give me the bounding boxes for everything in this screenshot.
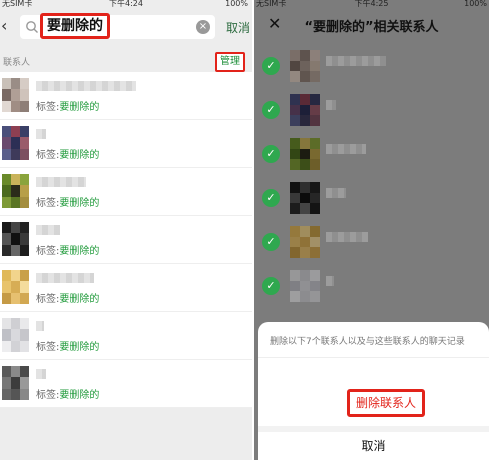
avatar: [2, 78, 29, 112]
list-item[interactable]: 标签:要删除的: [0, 312, 252, 360]
clock: 下午4:24: [109, 0, 143, 8]
header: ✕ “要删除的”相关联系人: [254, 10, 489, 40]
clock: 下午4:25: [354, 0, 389, 8]
avatar: [2, 222, 29, 256]
action-sheet: 删除以下7个联系人以及与这些联系人的聊天记录 删除联系人 取消: [258, 322, 489, 460]
avatar: [290, 138, 320, 170]
tag-prefix: 标签:: [36, 390, 60, 401]
contact-name-blurred: [36, 225, 60, 235]
tag-prefix: 标签:: [36, 342, 60, 353]
contact-name-blurred: [326, 100, 336, 110]
sheet-separator: [258, 426, 489, 432]
avatar: [2, 318, 29, 352]
tag-value: 要删除的: [59, 390, 100, 401]
list-item[interactable]: 标签:要删除的: [0, 72, 252, 120]
checkmark-icon[interactable]: ✓: [262, 277, 280, 295]
list-item[interactable]: ✓: [254, 88, 489, 132]
tag-value: 要删除的: [59, 246, 100, 257]
tag-prefix: 标签:: [36, 294, 60, 305]
search-input[interactable]: 要删除的 ×: [20, 13, 215, 39]
manage-button[interactable]: 管理: [215, 52, 245, 72]
contact-name-blurred: [36, 321, 44, 331]
list-item[interactable]: ✓: [254, 264, 489, 308]
contact-name-blurred: [326, 232, 368, 242]
page-title: “要删除的”相关联系人: [304, 20, 439, 35]
contact-tag: 标签:要删除的: [36, 146, 99, 161]
list-item[interactable]: 标签:要删除的: [0, 360, 252, 408]
tag-prefix: 标签:: [36, 102, 60, 113]
list-item[interactable]: 标签:要删除的: [0, 120, 252, 168]
list-item[interactable]: 标签:要删除的: [0, 168, 252, 216]
battery-label: 100%: [464, 0, 487, 8]
tag-prefix: 标签:: [36, 150, 60, 161]
avatar: [290, 226, 320, 258]
search-screen: 无SIM卡 下午4:24 100% ‹ 要删除的 × 取消 联系人 管理 标签:…: [0, 0, 252, 460]
checkmark-icon[interactable]: ✓: [262, 145, 280, 163]
checkmark-icon[interactable]: ✓: [262, 101, 280, 119]
delete-contacts-screen: 无SIM卡 下午4:25 100% ✕ “要删除的”相关联系人 ✓ ✓ ✓ ✓ …: [254, 0, 489, 460]
list-item[interactable]: 标签:要删除的: [0, 216, 252, 264]
contact-name-blurred: [326, 276, 334, 286]
tag-prefix: 标签:: [36, 246, 60, 257]
contact-tag: 标签:要删除的: [36, 290, 99, 305]
contact-tag: 标签:要删除的: [36, 338, 99, 353]
back-chevron-icon[interactable]: ‹: [1, 16, 17, 36]
checkmark-icon[interactable]: ✓: [262, 233, 280, 251]
list-item[interactable]: ✓: [254, 176, 489, 220]
contacts-section-header: 联系人 管理: [0, 50, 252, 72]
list-item[interactable]: 标签:要删除的: [0, 264, 252, 312]
contact-name-blurred: [36, 273, 94, 283]
tag-value: 要删除的: [59, 342, 100, 353]
search-row: ‹ 要删除的 × 取消: [0, 10, 252, 44]
checkmark-icon[interactable]: ✓: [262, 189, 280, 207]
avatar: [2, 366, 29, 400]
checkmark-icon[interactable]: ✓: [262, 57, 280, 75]
avatar: [2, 270, 29, 304]
list-item[interactable]: ✓: [254, 220, 489, 264]
contact-list: 标签:要删除的 标签:要删除的 标签:要删除的 标签:要删除的 标签:要删除的 …: [0, 72, 252, 408]
status-bar: 无SIM卡 下午4:25 100%: [254, 0, 489, 10]
contact-name-blurred: [36, 369, 46, 379]
avatar: [290, 94, 320, 126]
contact-tag: 标签:要删除的: [36, 98, 99, 113]
avatar: [290, 182, 320, 214]
delete-contacts-button[interactable]: 删除联系人: [347, 389, 425, 417]
cancel-button[interactable]: 取消: [258, 437, 489, 454]
list-item[interactable]: ✓: [254, 44, 489, 88]
tag-value: 要删除的: [59, 150, 100, 161]
sheet-divider: [258, 357, 489, 358]
battery-label: 100%: [225, 0, 248, 8]
screenshot-root: 无SIM卡 下午4:24 100% ‹ 要删除的 × 取消 联系人 管理 标签:…: [0, 0, 489, 460]
contact-tag: 标签:要删除的: [36, 386, 99, 401]
list-item[interactable]: ✓: [254, 132, 489, 176]
tag-value: 要删除的: [59, 294, 100, 305]
avatar: [290, 50, 320, 82]
search-icon: [26, 21, 38, 33]
contact-tag: 标签:要删除的: [36, 242, 99, 257]
selected-contact-list: ✓ ✓ ✓ ✓ ✓ ✓: [254, 44, 489, 308]
cancel-search-button[interactable]: 取消: [226, 19, 250, 36]
contact-name-blurred: [36, 177, 86, 187]
contact-name-blurred: [326, 144, 366, 154]
delete-confirmation-message: 删除以下7个联系人以及与这些联系人的聊天记录: [270, 337, 465, 347]
tag-value: 要删除的: [59, 102, 100, 113]
clear-icon[interactable]: ×: [196, 20, 210, 34]
avatar: [2, 174, 29, 208]
contact-name-blurred: [36, 81, 136, 91]
status-bar: 无SIM卡 下午4:24 100%: [0, 0, 252, 10]
contact-tag: 标签:要删除的: [36, 194, 99, 209]
search-query-text: 要删除的: [40, 13, 110, 39]
contact-name-blurred: [326, 56, 386, 66]
contact-name-blurred: [326, 188, 346, 198]
tag-prefix: 标签:: [36, 198, 60, 209]
tag-value: 要删除的: [59, 198, 100, 209]
carrier-label: 无SIM卡: [2, 0, 33, 8]
section-title: 联系人: [3, 58, 31, 68]
avatar: [290, 270, 320, 302]
carrier-label: 无SIM卡: [256, 0, 287, 8]
avatar: [2, 126, 29, 160]
contact-name-blurred: [36, 129, 46, 139]
